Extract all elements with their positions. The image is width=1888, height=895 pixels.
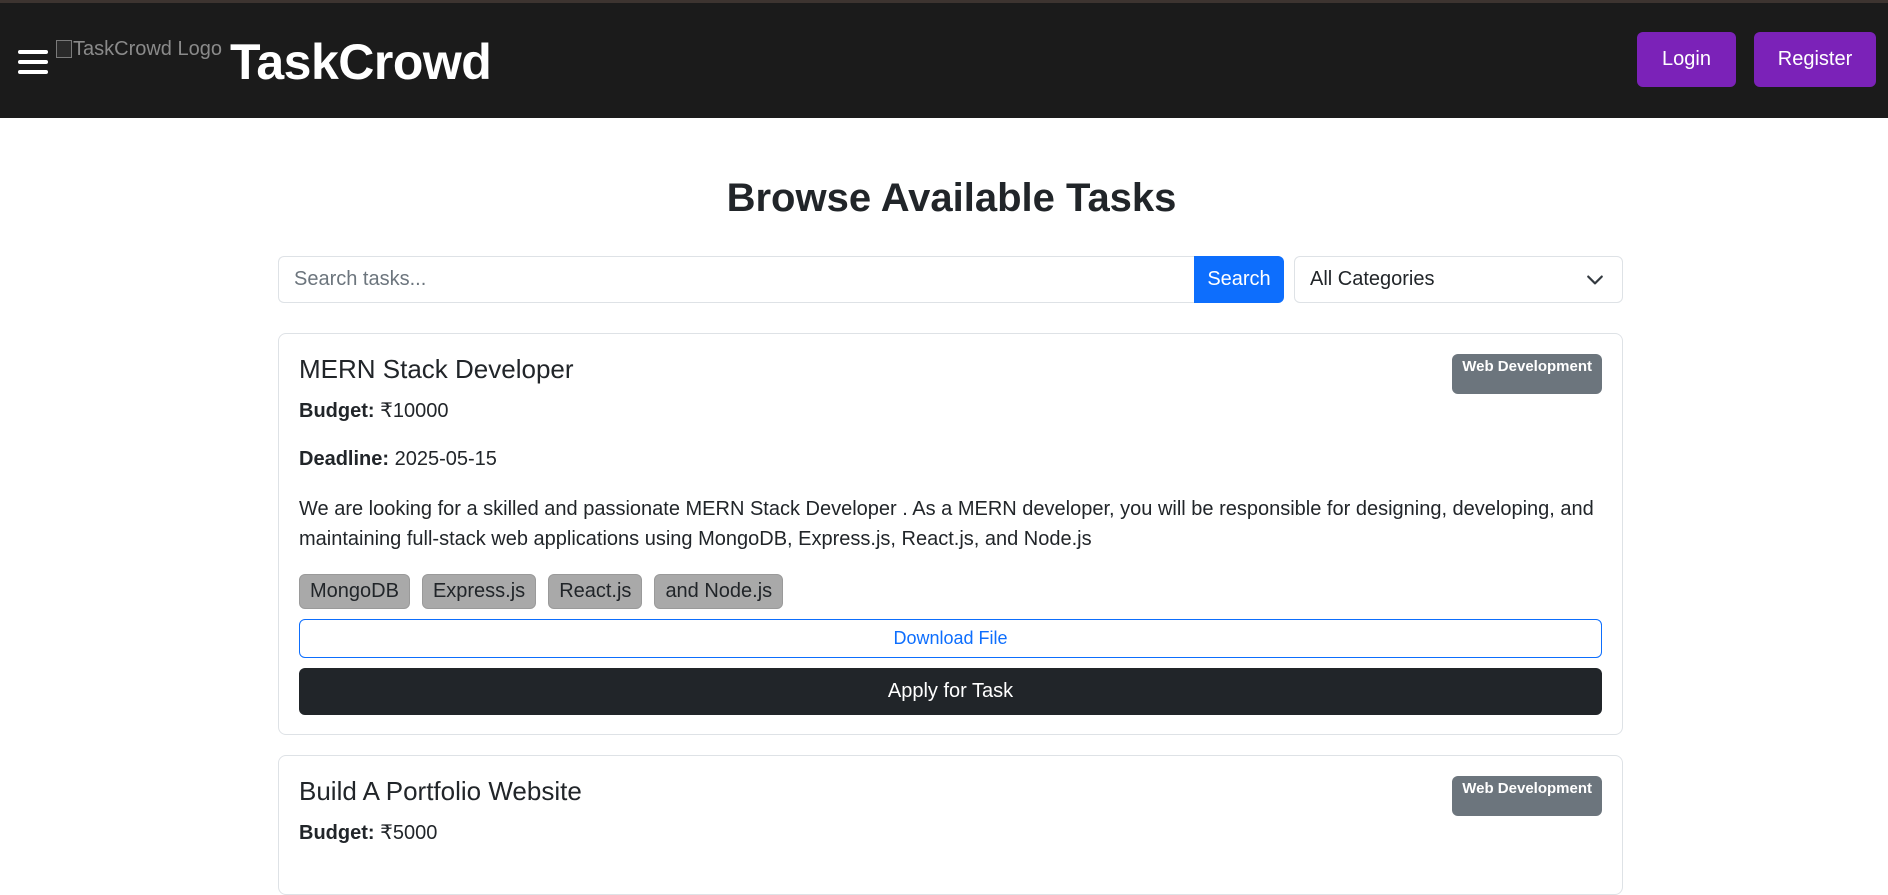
- apply-task-button[interactable]: Apply for Task: [299, 668, 1602, 715]
- deadline-value: 2025-05-15: [394, 448, 497, 470]
- search-input[interactable]: [278, 256, 1194, 303]
- search-group: Search: [278, 256, 1284, 303]
- task-card: MERN Stack Developer Web Development Bud…: [278, 333, 1623, 735]
- download-file-button[interactable]: Download File: [299, 619, 1602, 658]
- skill-tag: Express.js: [421, 574, 537, 609]
- search-button[interactable]: Search: [1194, 256, 1284, 303]
- skill-tag: React.js: [548, 574, 643, 609]
- deadline-label: Deadline:: [299, 448, 390, 470]
- skill-tag: and Node.js: [654, 574, 784, 609]
- task-title: Build A Portfolio Website: [299, 776, 582, 806]
- budget-value: ₹5000: [380, 822, 438, 844]
- logo-image: TaskCrowd Logo: [56, 35, 222, 63]
- category-badge: Web Development: [1452, 776, 1602, 816]
- task-description: We are looking for a skilled and passion…: [299, 498, 1594, 550]
- menu-icon[interactable]: [18, 50, 48, 74]
- category-badge: Web Development: [1452, 354, 1602, 394]
- broken-image-icon: [56, 40, 72, 58]
- navbar: TaskCrowd Logo TaskCrowd Login Register: [0, 3, 1888, 118]
- task-deadline: Deadline: 2025-05-15: [299, 448, 497, 471]
- category-select[interactable]: All Categories: [1294, 256, 1623, 303]
- skill-tag: MongoDB: [299, 574, 410, 609]
- brand-name[interactable]: TaskCrowd: [230, 33, 492, 91]
- budget-label: Budget:: [299, 400, 375, 422]
- register-button[interactable]: Register: [1754, 32, 1876, 87]
- login-button[interactable]: Login: [1637, 32, 1736, 87]
- page-title: Browse Available Tasks: [726, 176, 1177, 220]
- skill-tags: MongoDB Express.js React.js and Node.js: [299, 574, 784, 609]
- budget-label: Budget:: [299, 822, 375, 844]
- task-card: Build A Portfolio Website Web Developmen…: [278, 755, 1623, 895]
- category-select-value: All Categories: [1310, 268, 1435, 290]
- logo-alt-text: TaskCrowd Logo: [73, 37, 222, 60]
- task-budget: Budget: ₹5000: [299, 820, 437, 845]
- task-budget: Budget: ₹10000: [299, 398, 448, 423]
- task-title: MERN Stack Developer: [299, 354, 574, 384]
- budget-value: ₹10000: [380, 400, 449, 422]
- chevron-down-icon: [1587, 275, 1603, 285]
